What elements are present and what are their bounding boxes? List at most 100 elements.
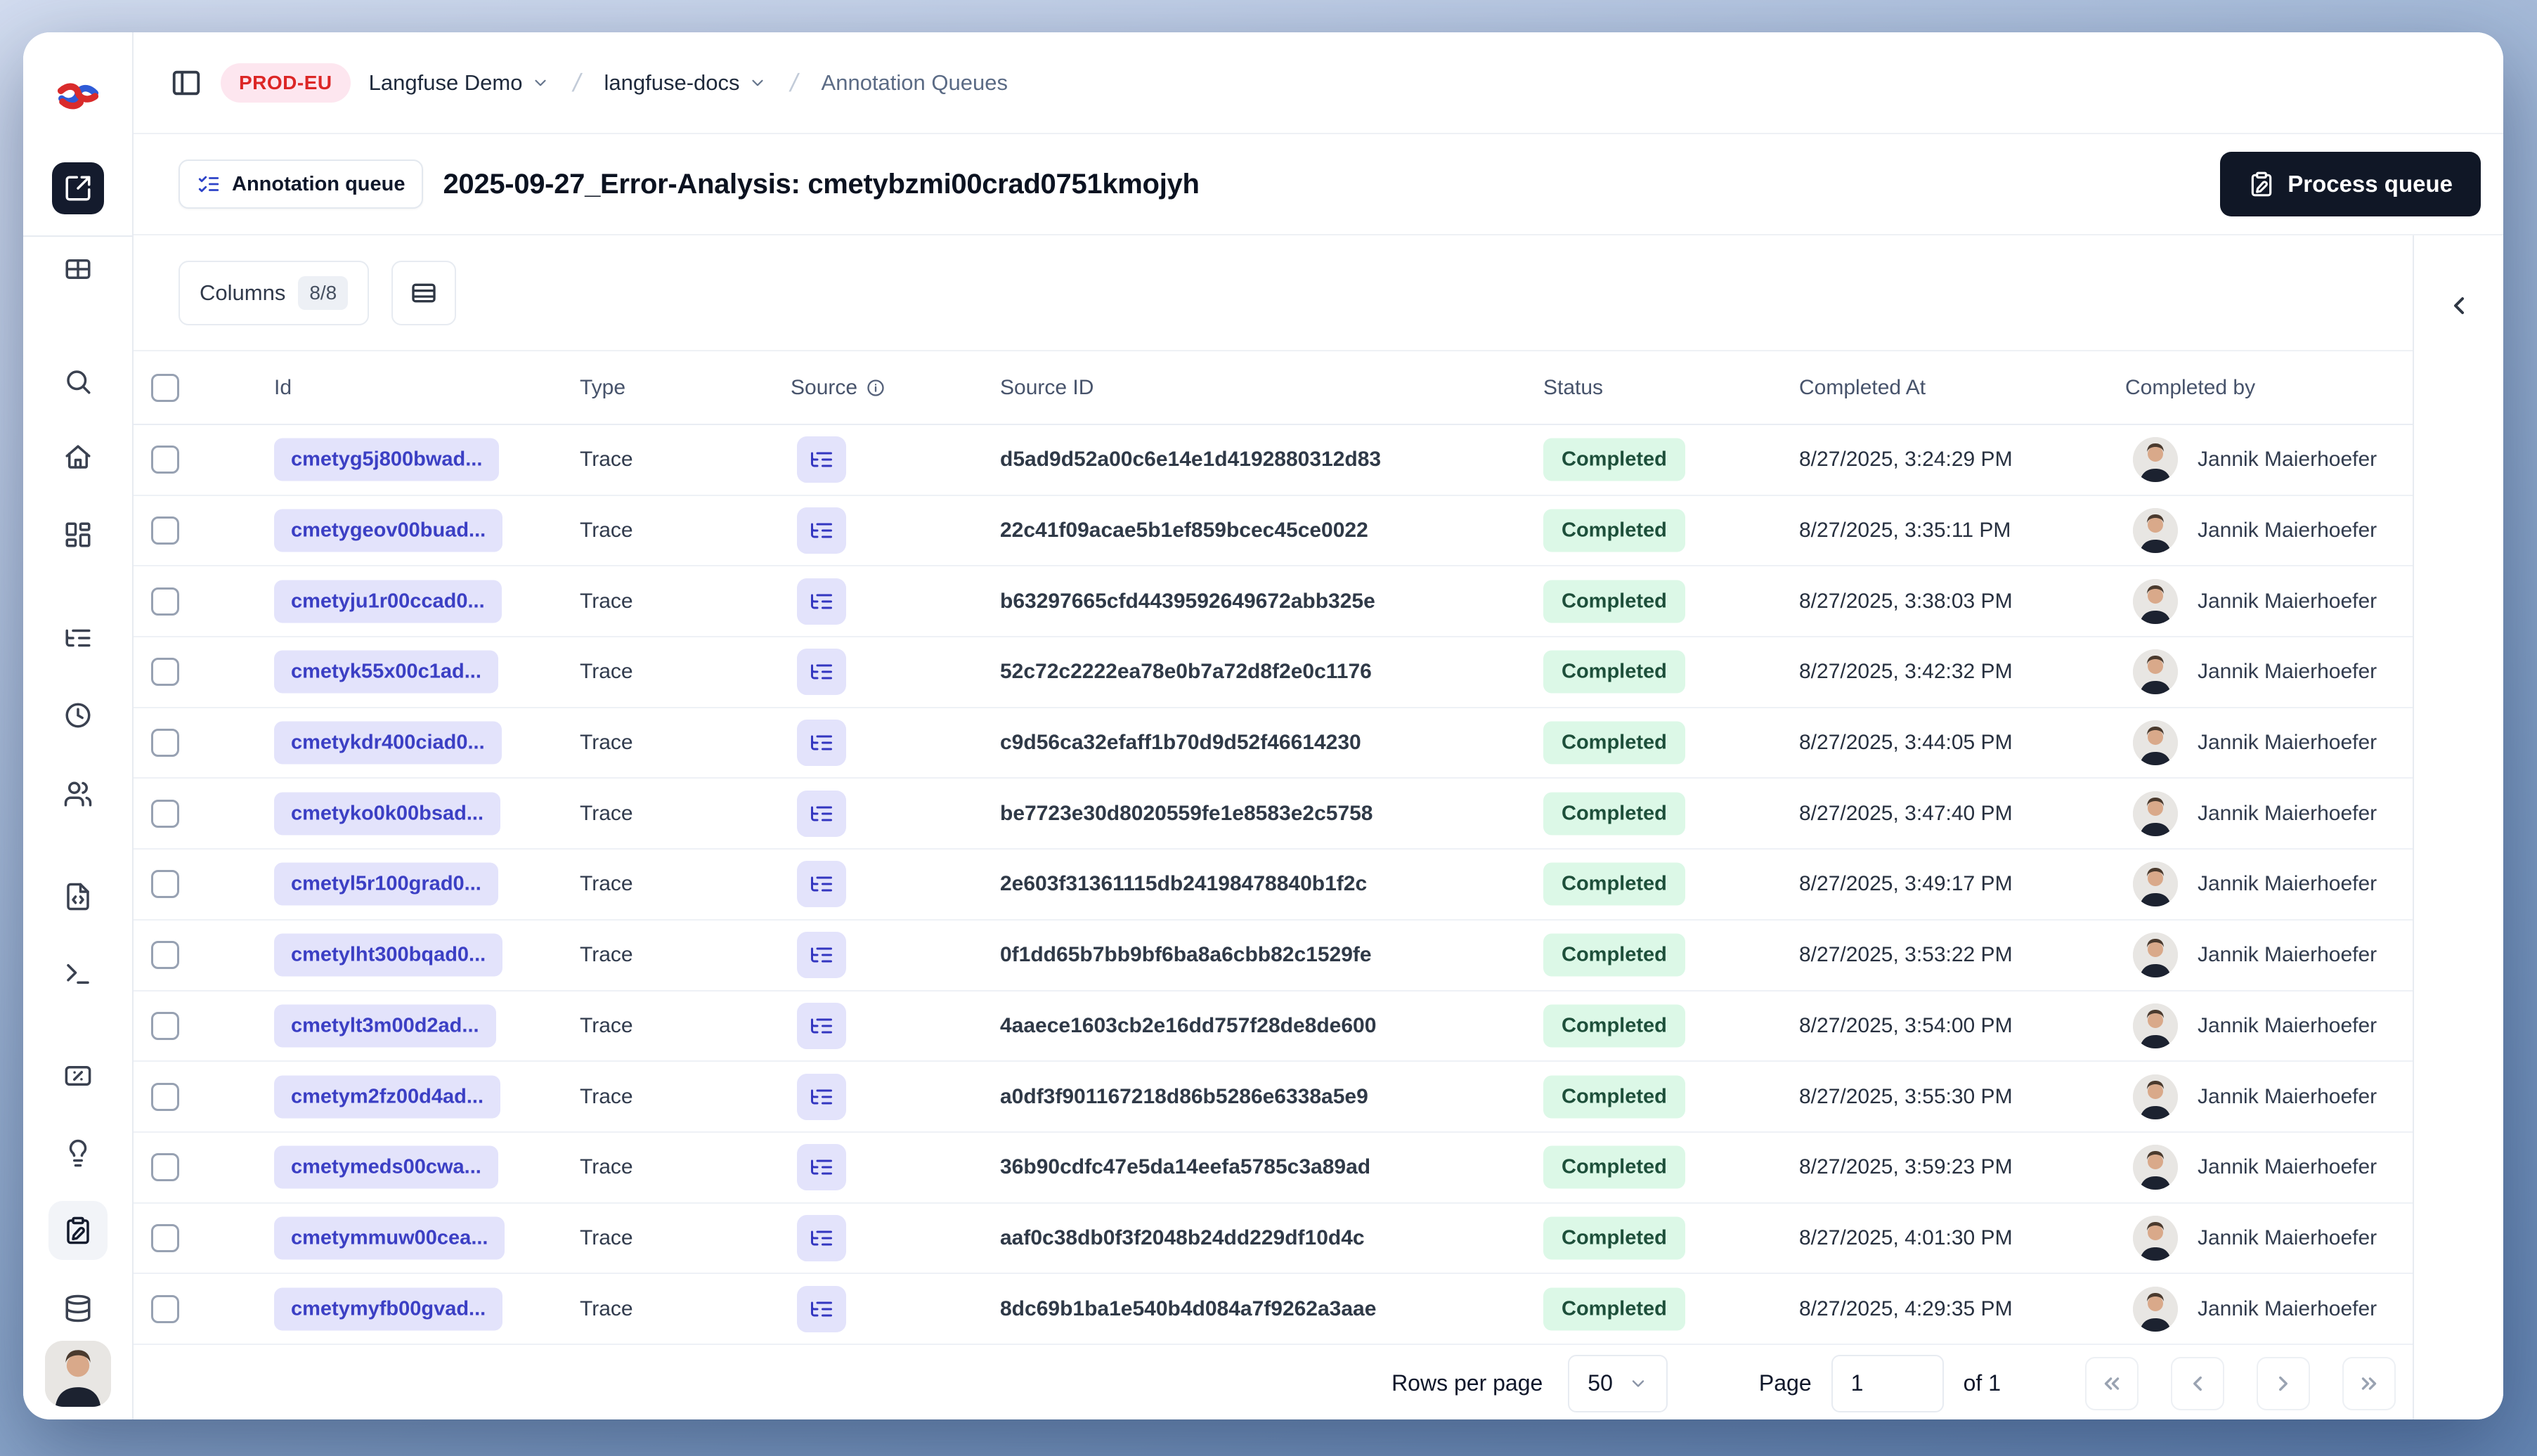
trace-tree-icon[interactable] bbox=[797, 720, 846, 767]
row-type: Trace bbox=[580, 448, 633, 472]
sidebar-item-home[interactable] bbox=[48, 428, 108, 487]
breadcrumb-org[interactable]: Langfuse Demo bbox=[369, 70, 550, 96]
process-queue-button[interactable]: Process queue bbox=[2220, 152, 2481, 216]
trace-tree-icon[interactable] bbox=[797, 436, 846, 483]
row-checkbox[interactable] bbox=[151, 587, 179, 616]
breadcrumb-project[interactable]: langfuse-docs bbox=[604, 70, 767, 96]
row-height-button[interactable] bbox=[391, 260, 457, 325]
trace-tree-icon[interactable] bbox=[797, 507, 846, 554]
lightbulb-icon bbox=[69, 1139, 86, 1167]
row-checkbox[interactable] bbox=[151, 941, 179, 970]
avatar bbox=[2133, 1003, 2178, 1048]
open-external-button[interactable] bbox=[51, 162, 104, 214]
row-type: Trace bbox=[580, 943, 633, 967]
row-checkbox[interactable] bbox=[151, 1011, 179, 1040]
sidebar-item-datasets[interactable] bbox=[48, 1279, 108, 1338]
environment-badge[interactable]: PROD-EU bbox=[221, 63, 351, 103]
trace-tree-icon[interactable] bbox=[797, 1285, 846, 1332]
row-id-link[interactable]: cmetyko0k00bsad... bbox=[274, 792, 501, 836]
row-id-link[interactable]: cmetylt3m00d2ad... bbox=[274, 1004, 496, 1048]
trace-tree-icon[interactable] bbox=[797, 649, 846, 696]
row-id-link[interactable]: cmetyk55x00c1ad... bbox=[274, 650, 498, 694]
sidebar-item-playground[interactable] bbox=[48, 944, 108, 1003]
row-checkbox[interactable] bbox=[151, 1082, 179, 1111]
page-number-input[interactable] bbox=[1831, 1354, 1944, 1412]
row-id-link[interactable]: cmetyl5r100grad0... bbox=[274, 862, 498, 906]
row-checkbox-cell bbox=[151, 870, 179, 899]
trace-tree-icon[interactable] bbox=[797, 1002, 846, 1049]
first-page-button[interactable] bbox=[2085, 1356, 2139, 1410]
row-id-link[interactable]: cmetyju1r00ccad0... bbox=[274, 580, 502, 623]
table-row[interactable]: cmetyk55x00c1ad... Trace 52c72c2222ea78e… bbox=[134, 637, 2413, 708]
row-id-link[interactable]: cmetyg5j800bwad... bbox=[274, 438, 500, 481]
info-icon[interactable] bbox=[866, 378, 885, 398]
row-checkbox[interactable] bbox=[151, 446, 179, 474]
sidebar-item-prompts[interactable] bbox=[48, 867, 108, 926]
breadcrumb-section[interactable]: Annotation Queues bbox=[822, 70, 1008, 96]
trace-tree-icon[interactable] bbox=[797, 1073, 846, 1120]
table-row[interactable]: cmetyl5r100grad0... Trace 2e603f31361115… bbox=[134, 850, 2413, 921]
sidebar-item-search[interactable] bbox=[48, 352, 108, 411]
columns-button[interactable]: Columns 8/8 bbox=[179, 260, 370, 325]
next-page-button[interactable] bbox=[2257, 1356, 2310, 1410]
last-page-button[interactable] bbox=[2342, 1356, 2396, 1410]
sidebar-item-tracing[interactable] bbox=[48, 609, 108, 668]
avatar-photo-icon bbox=[2133, 791, 2178, 836]
row-checkbox[interactable] bbox=[151, 1294, 179, 1323]
row-completed-by: Jannik Maierhoefer bbox=[2133, 508, 2377, 554]
user-avatar[interactable] bbox=[44, 1341, 111, 1407]
trace-tree-icon[interactable] bbox=[797, 790, 846, 837]
row-id-link[interactable]: cmetygeov00buad... bbox=[274, 509, 503, 552]
row-checkbox[interactable] bbox=[151, 799, 179, 828]
row-status-cell: Completed bbox=[1543, 1075, 1685, 1119]
table-row[interactable]: cmetykdr400ciad0... Trace c9d56ca32efaff… bbox=[134, 708, 2413, 779]
row-checkbox[interactable] bbox=[151, 870, 179, 899]
sidebar-toggle-icon[interactable] bbox=[170, 67, 202, 99]
trace-tree-icon[interactable] bbox=[797, 932, 846, 979]
columns-count-badge: 8/8 bbox=[298, 275, 349, 310]
table-row[interactable]: cmetygeov00buad... Trace 22c41f09acae5b1… bbox=[134, 496, 2413, 567]
trace-tree-icon[interactable] bbox=[797, 578, 846, 625]
row-checkbox[interactable] bbox=[151, 729, 179, 758]
row-id-link[interactable]: cmetylht300bqad0... bbox=[274, 933, 503, 977]
row-id-link[interactable]: cmetym2fz00d4ad... bbox=[274, 1075, 501, 1119]
sidebar-item-evaluation[interactable] bbox=[48, 1046, 108, 1105]
row-checkbox[interactable] bbox=[151, 1223, 179, 1252]
table-row[interactable]: cmetym2fz00d4ad... Trace a0df3f901167218… bbox=[134, 1062, 2413, 1133]
table-row[interactable]: cmetyju1r00ccad0... Trace b63297665cfd44… bbox=[134, 566, 2413, 638]
select-all-checkbox[interactable] bbox=[151, 373, 179, 402]
table-row[interactable]: cmetyko0k00bsad... Trace be7723e30d80205… bbox=[134, 779, 2413, 850]
sidebar-item-annotation[interactable] bbox=[48, 1201, 108, 1260]
row-id-link[interactable]: cmetymeds00cwa... bbox=[274, 1145, 498, 1189]
row-id-link[interactable]: cmetymyfb00gvad... bbox=[274, 1287, 503, 1331]
sidebar-item-sessions[interactable] bbox=[48, 686, 108, 745]
trace-tree-icon[interactable] bbox=[797, 861, 846, 908]
table-row[interactable]: cmetyg5j800bwad... Trace d5ad9d52a00c6e1… bbox=[134, 425, 2413, 496]
sidebar-item-dashboards[interactable] bbox=[48, 505, 108, 564]
sidebar-item-users[interactable] bbox=[48, 765, 108, 824]
row-checkbox[interactable] bbox=[151, 658, 179, 687]
row-checkbox[interactable] bbox=[151, 516, 179, 545]
table-row[interactable]: cmetylt3m00d2ad... Trace 4aaece1603cb2e1… bbox=[134, 992, 2413, 1062]
table-row[interactable]: cmetymyfb00gvad... Trace 8dc69b1ba1e540b… bbox=[134, 1274, 2413, 1345]
row-checkbox[interactable] bbox=[151, 1153, 179, 1182]
table-row[interactable]: cmetymmuw00cea... Trace aaf0c38db0f3f204… bbox=[134, 1204, 2413, 1275]
sidebar-item-insights[interactable] bbox=[48, 1124, 108, 1183]
table-row[interactable]: cmetylht300bqad0... Trace 0f1dd65b7bb9bf… bbox=[134, 921, 2413, 992]
rows-per-page-select[interactable]: 50 bbox=[1568, 1354, 1668, 1412]
trace-tree-icon[interactable] bbox=[797, 1144, 846, 1191]
sidebar-item-tables[interactable] bbox=[48, 240, 108, 299]
row-id-link[interactable]: cmetykdr400ciad0... bbox=[274, 721, 502, 765]
avatar bbox=[2133, 649, 2178, 695]
trace-tree-icon[interactable] bbox=[797, 1214, 846, 1261]
row-status-cell: Completed bbox=[1543, 1004, 1685, 1048]
row-source-id: 4aaece1603cb2e16dd757f28de8de600 bbox=[1000, 1013, 1377, 1037]
langfuse-logo-icon[interactable] bbox=[56, 80, 100, 112]
row-type: Trace bbox=[580, 731, 633, 755]
collapse-panel-button[interactable] bbox=[2438, 285, 2480, 327]
completed-by-name: Jannik Maierhoefer bbox=[2198, 1226, 2377, 1249]
table-row[interactable]: cmetymeds00cwa... Trace 36b90cdfc47e5da1… bbox=[134, 1133, 2413, 1204]
row-source-id: 22c41f09acae5b1ef859bcec45ce0022 bbox=[1000, 519, 1368, 542]
previous-page-button[interactable] bbox=[2171, 1356, 2224, 1410]
row-id-link[interactable]: cmetymmuw00cea... bbox=[274, 1216, 505, 1260]
